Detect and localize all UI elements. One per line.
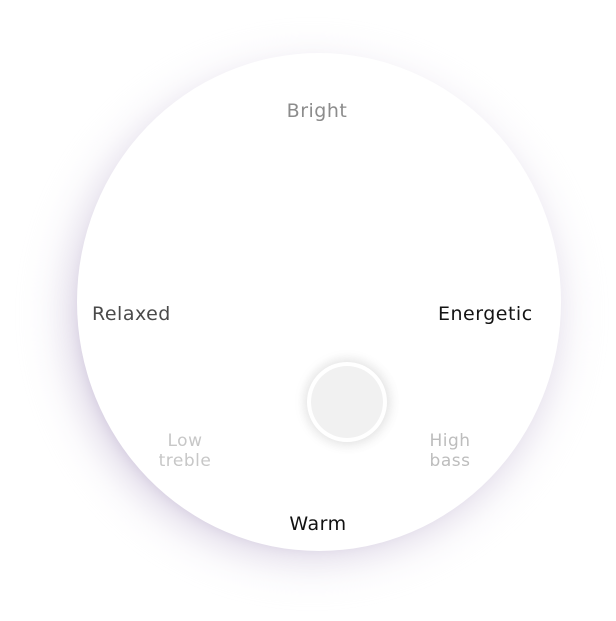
label-energetic: Energetic [438, 303, 533, 325]
label-high-bass: High bass [429, 431, 471, 471]
label-relaxed: Relaxed [92, 303, 171, 325]
label-warm: Warm [289, 513, 347, 535]
sound-character-dial-widget: Bright Relaxed Energetic Warm Low treble… [0, 0, 616, 621]
sound-dial[interactable] [77, 53, 561, 551]
label-low-treble: Low treble [158, 431, 212, 471]
dial-knob-handle[interactable] [311, 366, 383, 438]
label-bright: Bright [286, 100, 348, 122]
